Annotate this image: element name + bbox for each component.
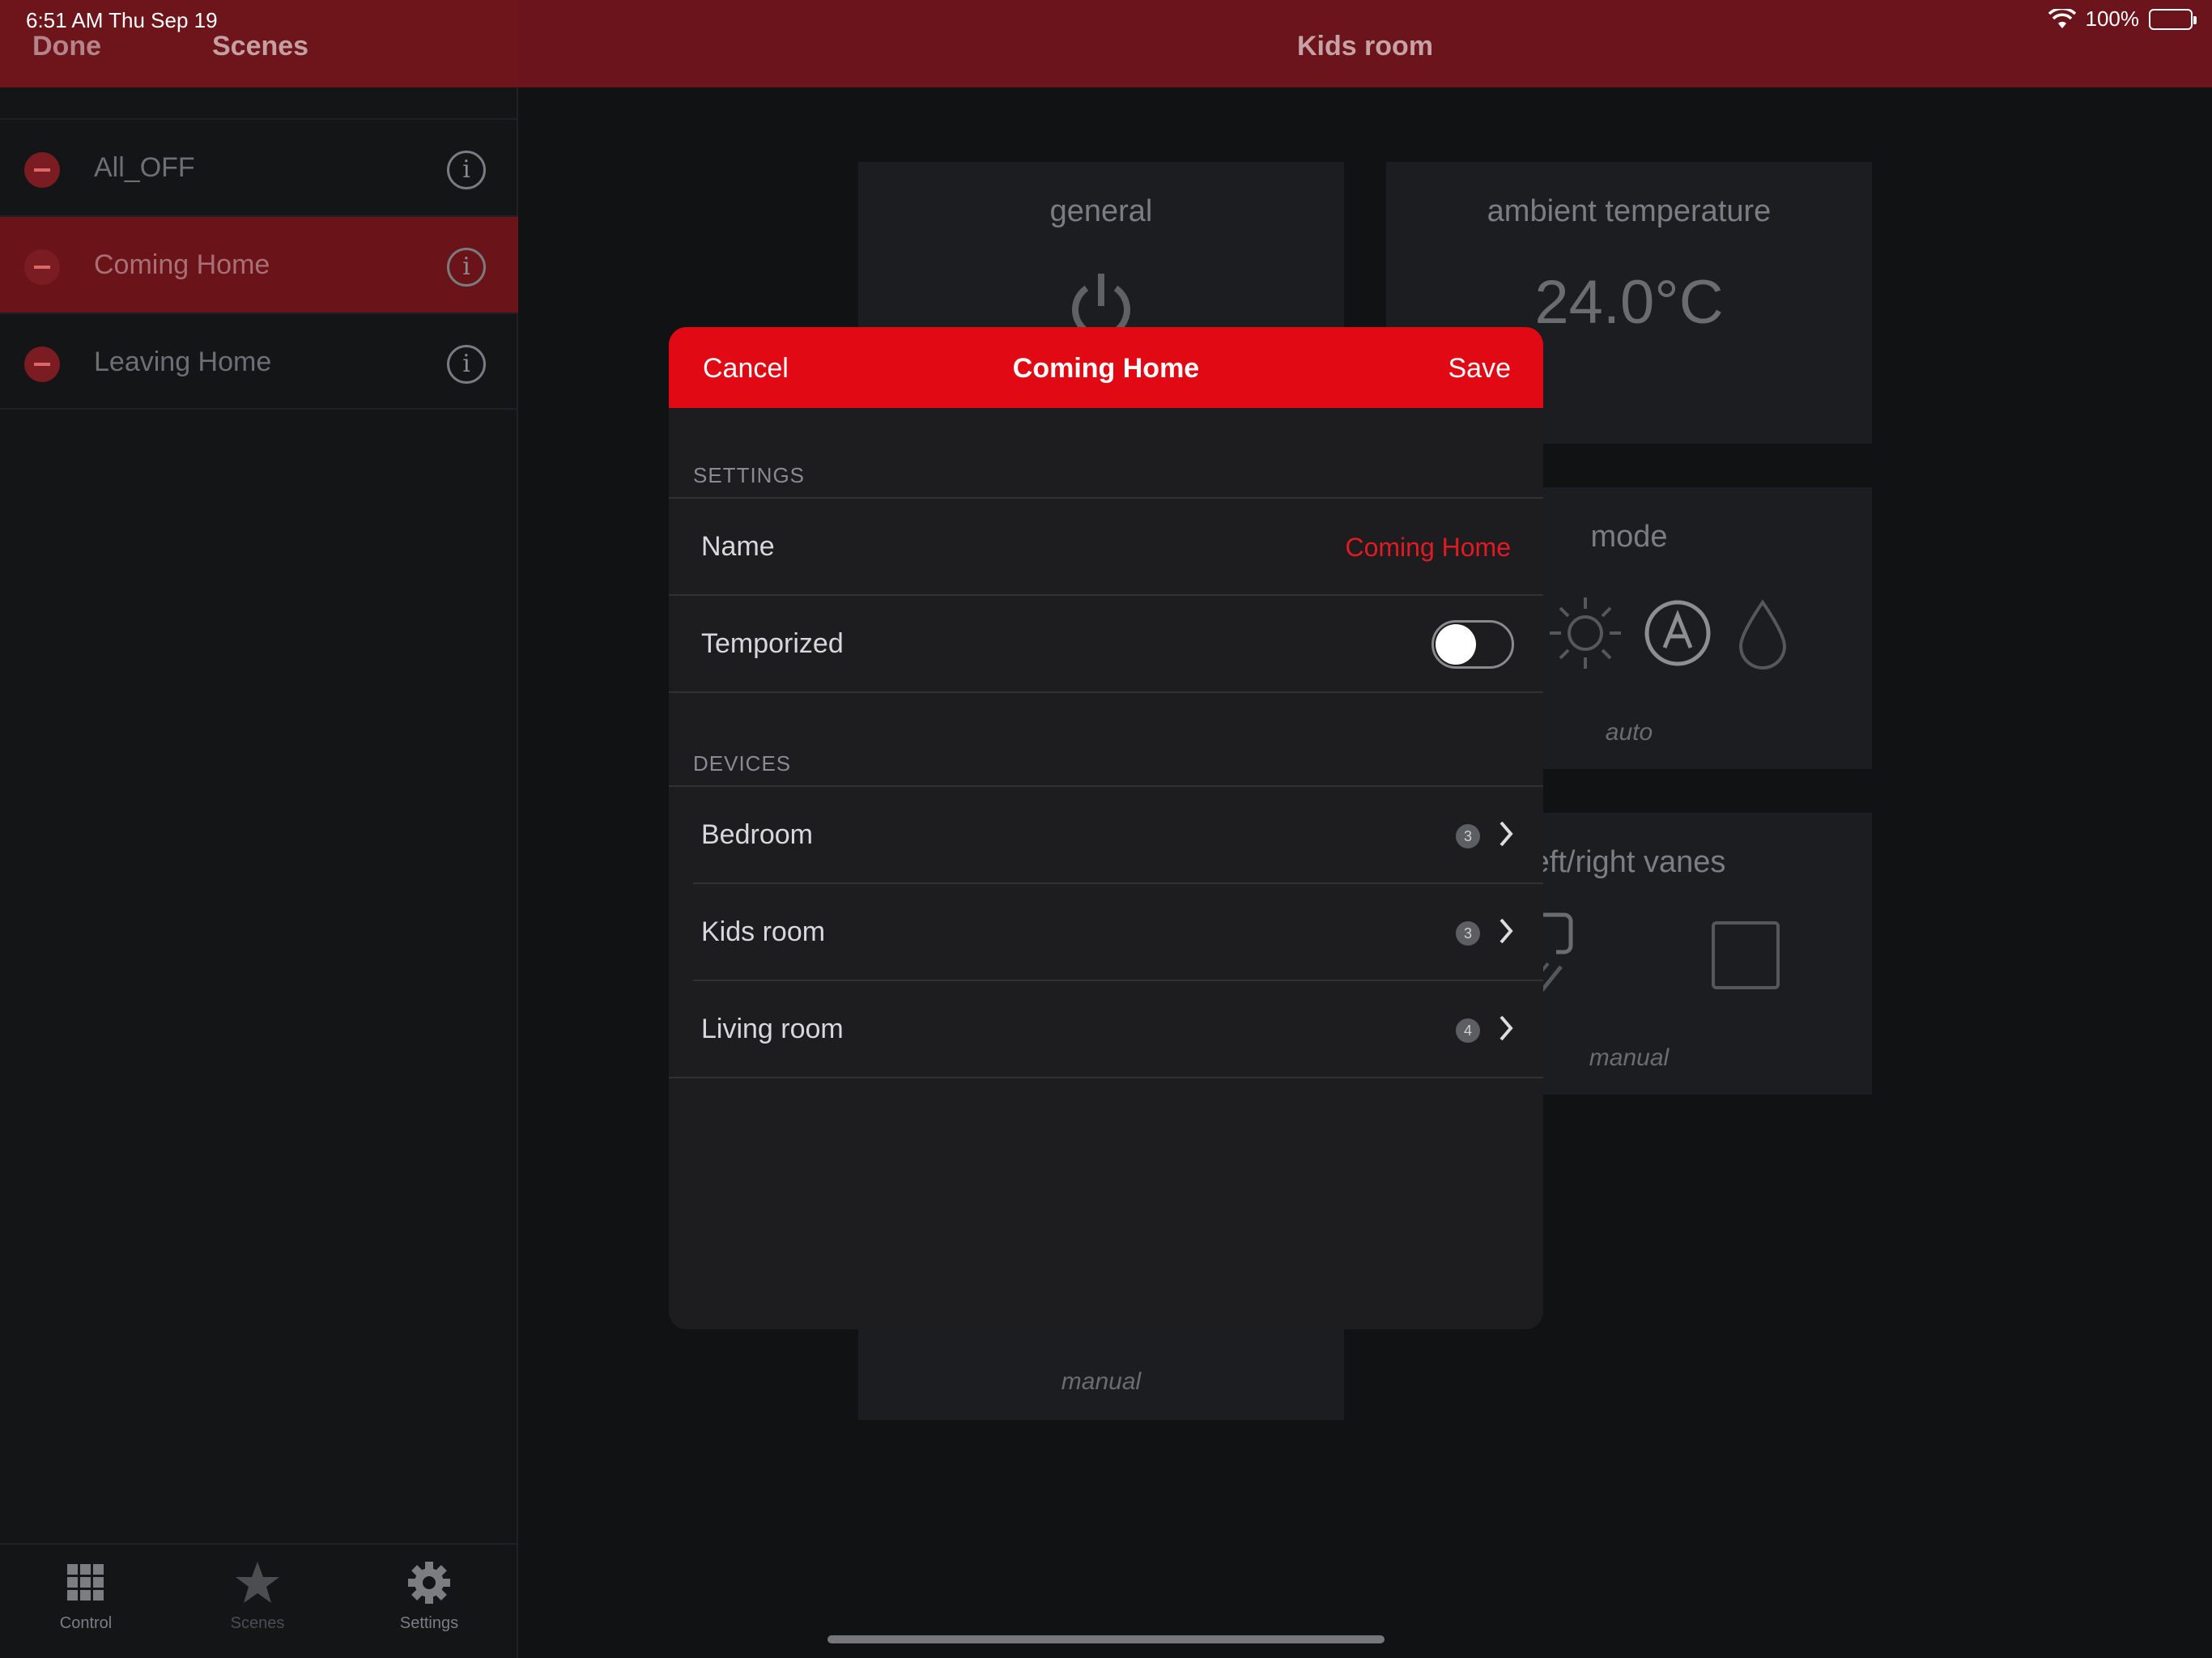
sidebar-title: Scenes bbox=[212, 31, 309, 62]
device-row-living-room[interactable]: Living room 4 bbox=[693, 980, 1543, 1075]
scene-label: All_OFF bbox=[94, 152, 195, 183]
temporized-label: Temporized bbox=[701, 628, 844, 659]
device-count-badge: 3 bbox=[1456, 824, 1480, 848]
done-button[interactable]: Done bbox=[32, 31, 101, 62]
scene-label: Leaving Home bbox=[94, 346, 272, 377]
page-title: Kids room bbox=[1296, 31, 1434, 62]
battery-percent: 100% bbox=[2085, 6, 2140, 31]
dry-mode-icon[interactable] bbox=[1734, 597, 1791, 670]
scene-row-coming-home[interactable]: Coming Home i bbox=[0, 215, 518, 312]
section-header-devices: DEVICES bbox=[693, 751, 792, 776]
delete-icon[interactable] bbox=[24, 152, 60, 188]
gear-icon bbox=[408, 1562, 450, 1604]
divider bbox=[669, 1077, 1543, 1078]
modal-title: Coming Home bbox=[1012, 353, 1200, 384]
info-icon[interactable]: i bbox=[447, 151, 486, 189]
status-indicators: 100% bbox=[2048, 6, 2197, 32]
tab-settings[interactable]: Settings bbox=[343, 1554, 515, 1633]
scene-label: Coming Home bbox=[94, 249, 270, 280]
card-title: ambient temperature bbox=[1487, 194, 1772, 228]
status-time: 6:51 AM Thu Sep 19 bbox=[26, 8, 218, 32]
delete-icon[interactable] bbox=[24, 249, 60, 285]
name-row[interactable]: Name Coming Home bbox=[669, 497, 1543, 593]
delete-icon[interactable] bbox=[24, 346, 60, 382]
tab-label: Settings bbox=[399, 1614, 459, 1632]
device-row-bedroom[interactable]: Bedroom 3 bbox=[669, 785, 1543, 881]
chevron-right-icon bbox=[1499, 821, 1513, 847]
wifi-icon bbox=[2048, 8, 2076, 28]
battery-icon bbox=[2149, 8, 2197, 30]
device-count-badge: 3 bbox=[1456, 921, 1480, 946]
tab-control[interactable]: Control bbox=[0, 1554, 172, 1633]
info-icon[interactable]: i bbox=[447, 345, 486, 384]
scene-row-leaving-home[interactable]: Leaving Home i bbox=[0, 312, 518, 410]
auto-mode-icon[interactable] bbox=[1637, 593, 1718, 674]
chevron-right-icon bbox=[1499, 1015, 1513, 1041]
star-icon bbox=[236, 1562, 279, 1603]
section-header-settings: SETTINGS bbox=[693, 463, 806, 487]
home-indicator[interactable] bbox=[827, 1635, 1385, 1643]
device-label: Bedroom bbox=[701, 819, 813, 850]
card-title: general bbox=[1049, 194, 1153, 228]
tab-label: Scenes bbox=[230, 1614, 285, 1632]
device-count-badge: 4 bbox=[1456, 1018, 1480, 1043]
name-label: Name bbox=[701, 531, 775, 562]
save-button[interactable]: Save bbox=[1448, 353, 1512, 385]
sun-icon[interactable] bbox=[1545, 593, 1626, 674]
divider bbox=[669, 691, 1543, 693]
device-row-kids-room[interactable]: Kids room 3 bbox=[693, 882, 1543, 978]
tab-scenes[interactable]: Scenes bbox=[172, 1554, 343, 1633]
scene-edit-modal: Cancel Coming Home Save SETTINGS Name Co… bbox=[669, 327, 1543, 1329]
device-label: Living room bbox=[701, 1014, 844, 1044]
modal-header: Cancel Coming Home Save bbox=[669, 327, 1543, 408]
temporized-toggle[interactable] bbox=[1431, 620, 1514, 669]
tab-bar: Control Scenes Settings bbox=[0, 1543, 518, 1658]
tab-label: Control bbox=[59, 1614, 113, 1632]
chevron-right-icon bbox=[1499, 918, 1513, 944]
card-sub: manual bbox=[1061, 1368, 1142, 1395]
scene-row-all-off[interactable]: All_OFF i bbox=[0, 118, 518, 215]
device-label: Kids room bbox=[701, 916, 826, 947]
grid-icon bbox=[67, 1564, 104, 1601]
vane-fixed-icon[interactable] bbox=[1712, 921, 1780, 989]
temporized-row: Temporized bbox=[669, 594, 1543, 690]
info-icon[interactable]: i bbox=[447, 248, 486, 287]
name-value[interactable]: Coming Home bbox=[1345, 533, 1511, 563]
scenes-sidebar: All_OFF i Coming Home i Leaving Home i C… bbox=[0, 87, 518, 1658]
